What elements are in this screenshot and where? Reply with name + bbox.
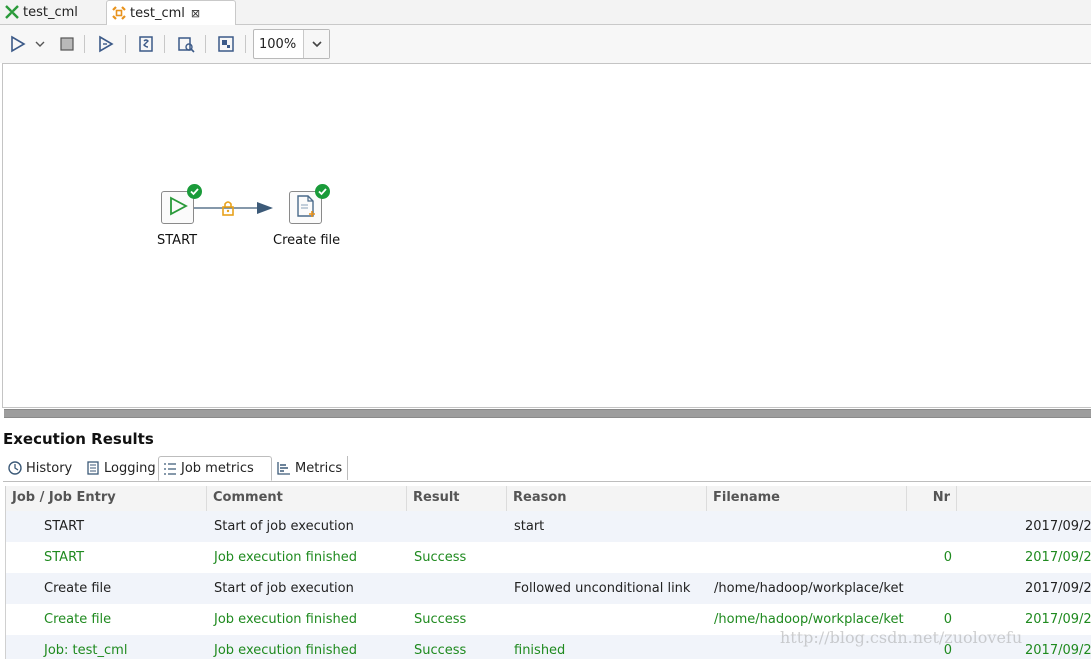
- start-icon: [167, 195, 189, 221]
- column-header[interactable]: Filename: [707, 486, 907, 511]
- table-cell-date: 2017/09/2: [1025, 643, 1091, 658]
- table-cell-filename: /home/hadoop/workplace/ket: [714, 581, 904, 596]
- create-file-icon: [295, 194, 317, 222]
- job-icon: [111, 5, 127, 21]
- table-cell-reason: start: [514, 519, 545, 534]
- node-label-start: START: [157, 233, 198, 248]
- column-header[interactable]: Comment: [207, 486, 407, 511]
- toolbar-separator: [245, 35, 246, 53]
- chevron-down-icon[interactable]: [303, 30, 329, 58]
- column-header[interactable]: Result: [407, 486, 507, 511]
- tab-job-metrics[interactable]: Job metrics: [158, 456, 272, 481]
- transformation-icon: [4, 4, 20, 20]
- zoom-value: 100%: [259, 36, 297, 52]
- table-row[interactable]: START Start of job execution start 2017/09/…: [6, 511, 1091, 542]
- table-cell-entry: Create file: [44, 581, 112, 596]
- table-row[interactable]: Create file Start of job execution Followe…: [6, 573, 1091, 604]
- watermark: http://blog.csdn.net/zuolovefu: [780, 628, 1023, 647]
- toolbar-separator: [125, 35, 126, 53]
- tab-label: Metrics: [295, 460, 343, 476]
- table-cell-date: 2017/09/2: [1025, 581, 1091, 596]
- job-metrics-icon: [163, 462, 177, 476]
- table-cell-comment: Start of job execution: [214, 581, 354, 596]
- metrics-icon: [277, 461, 291, 475]
- table-cell-comment: Start of job execution: [214, 519, 354, 534]
- table-cell-entry: Create file: [44, 612, 112, 627]
- table-cell-result: Success: [414, 643, 467, 658]
- table-cell-nr: 0: [943, 550, 952, 565]
- table-cell-reason: finished: [514, 643, 566, 658]
- toolbar: 100%: [0, 25, 1091, 63]
- sql-icon[interactable]: [136, 34, 156, 54]
- toolbar-separator: [84, 35, 85, 53]
- table-cell-result: Success: [414, 550, 467, 565]
- table-cell-entry: START: [44, 519, 85, 534]
- tab-label: Logging: [104, 460, 156, 476]
- tab-label: test_cml: [130, 5, 185, 21]
- node-label-create-file: Create file: [273, 233, 341, 248]
- replay-icon[interactable]: [96, 34, 116, 54]
- table-row[interactable]: START Job execution finished Success 0 2017/…: [6, 542, 1091, 573]
- tab-label: History: [26, 460, 73, 476]
- tab-transformation[interactable]: test_cml: [0, 0, 104, 24]
- toolbar-separator: [205, 35, 206, 53]
- logging-icon: [86, 461, 100, 475]
- canvas-horizontal-scrollbar[interactable]: [4, 409, 1091, 418]
- table-cell-date: 2017/09/2: [1025, 550, 1091, 565]
- tab-job[interactable]: test_cml ⊠: [106, 0, 236, 25]
- table-cell-entry: START: [44, 550, 85, 565]
- close-icon[interactable]: ⊠: [191, 7, 200, 20]
- lock-icon: [221, 200, 235, 220]
- stop-icon[interactable]: [57, 34, 77, 54]
- analyze-icon[interactable]: [176, 34, 196, 54]
- results-tab-bar: History Logging Job metrics Metrics: [3, 456, 1091, 482]
- column-header[interactable]: Reason: [507, 486, 707, 511]
- table-cell-comment: Job execution finished: [214, 643, 357, 658]
- zoom-select[interactable]: 100%: [253, 29, 330, 59]
- tab-label: Job metrics: [181, 461, 254, 476]
- run-icon[interactable]: [8, 34, 28, 54]
- execution-results-title: Execution Results: [3, 430, 154, 448]
- table-cell-date: 2017/09/2: [1025, 519, 1091, 534]
- column-header[interactable]: Nr: [907, 486, 957, 511]
- table-cell-reason: Followed unconditional link: [514, 581, 691, 596]
- table-cell-date: 2017/09/2: [1025, 612, 1091, 627]
- job-canvas[interactable]: START Create file: [2, 63, 1091, 408]
- tab-metrics[interactable]: Metrics: [273, 456, 348, 480]
- column-header[interactable]: Job / Job Entry: [6, 486, 207, 511]
- table-cell-nr: [912, 511, 952, 542]
- success-check-icon: [315, 184, 330, 199]
- hop-arrow[interactable]: [193, 197, 289, 219]
- tab-history[interactable]: History: [5, 456, 81, 480]
- column-header[interactable]: [957, 486, 1091, 511]
- tab-logging[interactable]: Logging: [83, 456, 159, 480]
- table-cell-comment: Job execution finished: [214, 612, 357, 627]
- table-cell-comment: Job execution finished: [214, 550, 357, 565]
- run-dropdown-icon[interactable]: [33, 34, 47, 54]
- tab-label: test_cml: [23, 4, 78, 20]
- toolbar-separator: [164, 35, 165, 53]
- editor-tab-strip: test_cml test_cml ⊠: [0, 0, 1091, 25]
- layout-icon[interactable]: [216, 34, 236, 54]
- history-icon: [8, 461, 22, 475]
- table-header: Job / Job Entry Comment Result Reason Fi…: [6, 486, 1091, 512]
- table-cell-entry: Job: test_cml: [44, 643, 128, 658]
- table-cell-result: Success: [414, 612, 467, 627]
- table-cell-nr: [912, 573, 952, 604]
